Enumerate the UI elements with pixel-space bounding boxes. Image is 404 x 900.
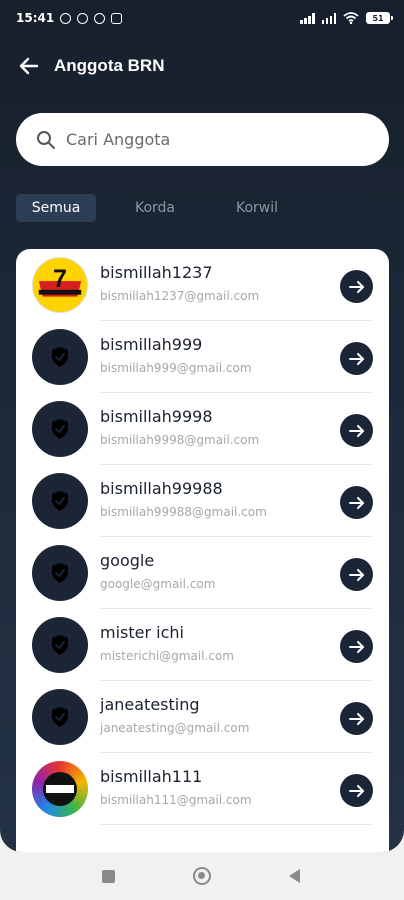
status-bar: 15:41 51	[0, 0, 404, 36]
list-item[interactable]: mister ichi misterichi@gmail.com	[16, 609, 389, 681]
page-title: Anggota BRN	[54, 56, 165, 75]
list-item[interactable]: bismillah99988 bismillah99988@gmail.com	[16, 465, 389, 537]
avatar	[32, 401, 88, 457]
member-email: janeatesting@gmail.com	[100, 721, 250, 735]
anti-coding-club-logo-icon	[43, 772, 77, 806]
member-name: mister ichi	[100, 623, 184, 642]
member-email: google@gmail.com	[100, 577, 216, 591]
arrow-right-icon[interactable]	[340, 486, 373, 519]
app-bar: Anggota BRN	[0, 36, 404, 96]
list-item[interactable]: bismillah999 bismillah999@gmail.com	[16, 321, 389, 393]
svg-text:7: 7	[53, 265, 67, 293]
avatar	[32, 689, 88, 745]
list-item[interactable]: 7 bismillah1237 bismillah1237@gmail.com	[16, 249, 389, 321]
shield-icon	[52, 491, 68, 511]
divider	[100, 824, 373, 825]
wifi-icon	[343, 12, 359, 24]
shield-icon	[52, 347, 68, 367]
avatar	[32, 545, 88, 601]
arrow-right-icon[interactable]	[340, 414, 373, 447]
member-email: bismillah9998@gmail.com	[100, 433, 260, 447]
notification-icon	[60, 12, 72, 24]
status-time: 15:41	[16, 11, 55, 25]
member-name: bismillah999	[100, 335, 203, 354]
member-email: bismillah1237@gmail.com	[100, 289, 260, 303]
list-item[interactable]: janeatesting janeatesting@gmail.com	[16, 681, 389, 753]
search-input[interactable]	[66, 130, 346, 149]
list-item[interactable]: bismillah9998 bismillah9998@gmail.com	[16, 393, 389, 465]
tab-korwil[interactable]: Korwil	[218, 194, 296, 222]
avatar	[32, 617, 88, 673]
whatsapp-icon	[94, 12, 106, 24]
signal-icon	[300, 12, 315, 24]
app-screen: 15:41 51 Anggota BRN Cari Anggota Semua …	[0, 0, 404, 852]
arrow-right-icon[interactable]	[340, 342, 373, 375]
back-arrow-icon[interactable]	[18, 55, 40, 77]
list-item[interactable]: google google@gmail.com	[16, 537, 389, 609]
shield-icon	[52, 635, 68, 655]
avatar	[32, 473, 88, 529]
logo-7-icon: 7	[33, 258, 87, 312]
avatar	[32, 761, 88, 817]
signal-icon-2	[321, 12, 336, 24]
recent-apps-icon[interactable]	[102, 870, 115, 883]
member-name: janeatesting	[100, 695, 200, 714]
shield-icon	[52, 707, 68, 727]
shield-icon	[52, 419, 68, 439]
member-name: bismillah9998	[100, 407, 213, 426]
back-triangle-icon[interactable]	[289, 869, 300, 883]
arrow-right-icon[interactable]	[340, 270, 373, 303]
search-bar[interactable]	[16, 113, 389, 166]
member-list: 7 bismillah1237 bismillah1237@gmail.com …	[16, 249, 389, 852]
arrow-right-icon[interactable]	[340, 702, 373, 735]
member-name: bismillah1237	[100, 263, 213, 282]
alarm-icon	[77, 12, 89, 24]
battery-icon: 51	[366, 12, 393, 24]
member-email: misterichi@gmail.com	[100, 649, 234, 663]
arrow-right-icon[interactable]	[340, 774, 373, 807]
shield-icon	[52, 563, 68, 583]
member-email: bismillah111@gmail.com	[100, 793, 252, 807]
search-icon	[37, 130, 55, 149]
member-name: google	[100, 551, 155, 570]
filter-tabs: Semua Korda Korwil	[16, 194, 296, 222]
arrow-right-icon[interactable]	[340, 630, 373, 663]
member-name: bismillah99988	[100, 479, 223, 498]
home-icon[interactable]	[193, 867, 211, 885]
avatar	[32, 329, 88, 385]
list-item[interactable]: bismillah111 bismillah111@gmail.com	[16, 753, 389, 825]
arrow-right-icon[interactable]	[340, 558, 373, 591]
avatar: 7	[32, 257, 88, 313]
member-email: bismillah999@gmail.com	[100, 361, 252, 375]
member-name: bismillah111	[100, 767, 203, 786]
message-icon	[111, 12, 123, 24]
tab-semua[interactable]: Semua	[16, 194, 96, 222]
member-email: bismillah99988@gmail.com	[100, 505, 267, 519]
tab-korda[interactable]: Korda	[116, 194, 194, 222]
system-nav-bar	[0, 852, 404, 900]
